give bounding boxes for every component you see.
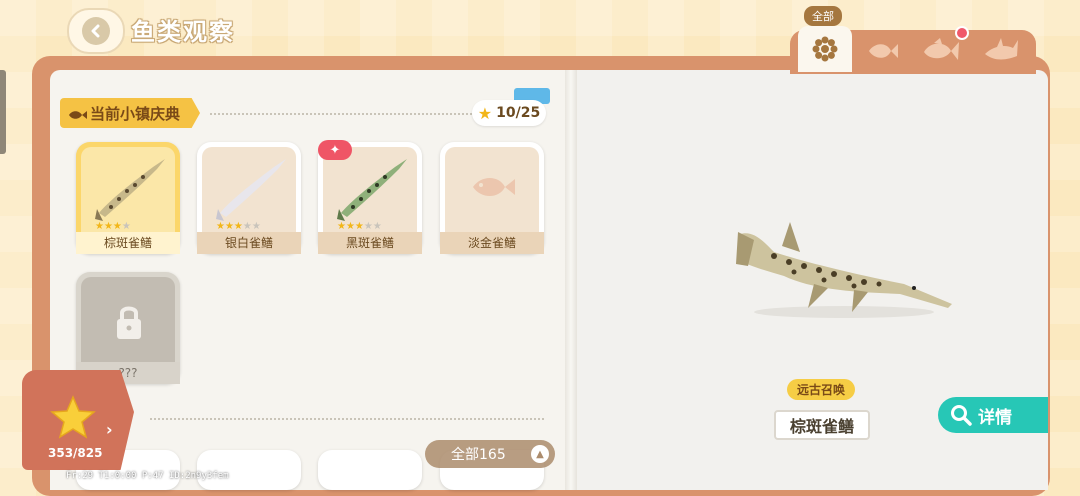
new-badge-icon: ✦: [318, 140, 352, 160]
fish-card-name: 黑斑雀鳝: [318, 232, 422, 254]
fish-illustration: [736, 222, 952, 318]
tab-large-fish[interactable]: [974, 30, 1028, 72]
fish-card[interactable]: ★★★★★ 银白雀鳝: [197, 142, 301, 254]
side-handle[interactable]: [0, 70, 6, 154]
fish-silhouette-icon: [473, 178, 515, 196]
page-title: 鱼类观察: [131, 18, 235, 46]
book-spine: [565, 70, 577, 490]
fish-card[interactable]: [197, 450, 301, 490]
tab-all[interactable]: [798, 26, 852, 72]
back-button[interactable]: [67, 8, 125, 54]
fish-card-name: 棕斑雀鳝: [76, 232, 180, 254]
star-icon: [50, 395, 96, 439]
filter-all-button[interactable]: 全部165 ▲: [425, 440, 555, 468]
notification-dot: [955, 26, 969, 40]
star-icon: ★: [477, 103, 493, 123]
fish-card[interactable]: ★★★★ 棕斑雀鳝: [76, 142, 180, 254]
fish-card-locked[interactable]: ???: [76, 272, 180, 384]
rarity-stars: ★★★★: [95, 221, 131, 232]
fish-card-name: 淡金雀鳝: [440, 232, 544, 254]
debug-overlay: Fr:29 T1:0:00 P:47 ID:2n9y3fem: [66, 471, 229, 481]
selected-fish-name: 棕斑雀鳝: [774, 410, 870, 440]
shark-icon: [985, 38, 1018, 60]
fish-card[interactable]: [318, 450, 422, 490]
details-button-label: 详情: [978, 407, 1012, 428]
fish-card-name: 银白雀鳝: [197, 232, 301, 254]
back-arrow-icon: [82, 17, 110, 45]
chevron-up-icon: ▲: [531, 445, 549, 463]
details-button[interactable]: 详情: [938, 397, 1048, 433]
event-banner-label: 当前小镇庆典: [90, 104, 181, 123]
divider: [150, 418, 544, 420]
fish-icon: [68, 106, 88, 125]
fish-card[interactable]: 淡金雀鳝: [440, 142, 544, 254]
flower-icon: [812, 36, 838, 62]
event-progress-value: 10/25: [496, 105, 541, 121]
fish-icon: [924, 38, 959, 60]
rarity-stars: ★★★★★: [216, 221, 261, 232]
event-progress[interactable]: ★ 10/25: [472, 100, 546, 126]
fish-tag: 远古召唤: [787, 379, 856, 400]
search-icon: [951, 405, 972, 426]
filter-all-label: 全部165: [451, 447, 506, 463]
chevron-right-icon: ›: [106, 420, 113, 439]
lock-icon: [117, 306, 141, 339]
fish-icon: [869, 44, 898, 58]
rarity-stars: ★★★★★: [337, 221, 382, 232]
collection-count: 353/825: [48, 446, 103, 460]
tab-small-fish[interactable]: [856, 30, 910, 72]
divider: [210, 113, 472, 115]
active-tab-label: 全部: [804, 6, 842, 26]
